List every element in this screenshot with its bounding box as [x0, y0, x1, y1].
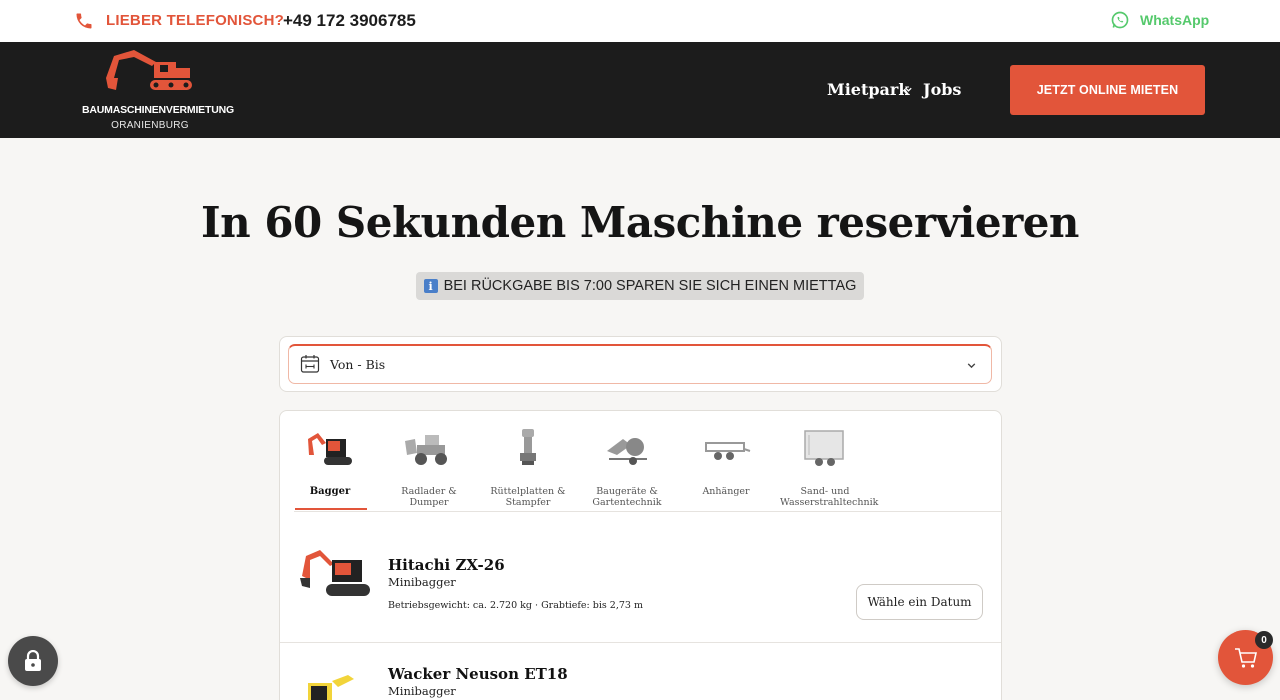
whatsapp-icon[interactable] [1110, 10, 1130, 30]
choose-date-button[interactable]: Wähle ein Datum [856, 584, 983, 620]
date-range-picker[interactable]: Von - Bis [288, 344, 992, 384]
tab-ruettelplatten[interactable]: Rüttelplatten & Stampfer [483, 425, 573, 508]
top-bar: LIEBER TELEFONISCH? +49 172 3906785 What… [0, 0, 1280, 42]
whatsapp-link[interactable]: WhatsApp [1140, 12, 1209, 28]
divider [294, 511, 1001, 512]
excavator-icon [308, 433, 352, 465]
active-tab-indicator [295, 508, 367, 510]
cart-icon [1234, 647, 1257, 668]
tab-sandstrahl[interactable]: Sand- und Wasserstrahltechnik [780, 425, 879, 508]
notice-text: BEI RÜCKGABE BIS 7:00 SPAREN SIE SICH EI… [443, 278, 857, 294]
chevron-down-icon[interactable] [904, 85, 913, 94]
plate-compactor-icon [520, 429, 536, 465]
item-name: Wacker Neuson ET18 [388, 665, 568, 683]
tab-label: Rüttelplatten & Stampfer [490, 486, 566, 508]
return-notice-badge: i BEI RÜCKGABE BIS 7:00 SPAREN SIE SICH … [416, 272, 864, 300]
phone-label: LIEBER TELEFONISCH? [106, 12, 284, 29]
nav-mietpark[interactable]: Mietpark [827, 80, 909, 99]
date-range-label: Von - Bis [330, 357, 386, 372]
chevron-down-icon[interactable] [966, 360, 977, 371]
tab-bagger[interactable]: Bagger [285, 425, 375, 497]
item-name: Hitachi ZX-26 [388, 556, 505, 574]
tab-label: Radlader & Dumper [401, 486, 457, 508]
logo-subtext: ORANIENBURG [111, 120, 189, 131]
tab-label: Sand- und Wasserstrahltechnik [780, 486, 879, 508]
rent-online-button[interactable]: JETZT ONLINE MIETEN [1010, 65, 1205, 115]
wheel-loader-icon [405, 435, 447, 465]
tab-label: Anhänger [702, 486, 750, 497]
logo-text: BAUMASCHINENVERMIETUNG [82, 104, 234, 116]
nav-jobs[interactable]: Jobs [923, 80, 961, 99]
cart-count-badge: 0 [1255, 631, 1273, 649]
date-range-card: Von - Bis [279, 336, 1002, 392]
sandblaster-trailer-icon [804, 430, 844, 466]
wood-chipper-icon [607, 438, 647, 465]
tab-radlader-dumper[interactable]: Radlader & Dumper [384, 425, 474, 508]
tab-anhaenger[interactable]: Anhänger [681, 425, 771, 497]
phone-icon[interactable] [74, 11, 94, 31]
site-header: BAUMASCHINENVERMIETUNG ORANIENBURG Mietp… [0, 42, 1280, 138]
excavator-image [300, 550, 370, 596]
machine-catalog: Bagger Radlader & Dumper Rüttelplatten &… [279, 410, 1002, 700]
page-title: In 60 Sekunden Maschine reservieren [201, 198, 1079, 247]
tab-label: Bagger [309, 486, 351, 497]
item-type: Minibagger [388, 684, 456, 698]
logo-excavator-icon[interactable] [104, 48, 194, 98]
divider [280, 642, 1001, 643]
item-type: Minibagger [388, 575, 456, 589]
tab-label: Baugeräte & Gartentechnik [592, 486, 662, 508]
lock-icon [25, 650, 41, 671]
tab-baugeraete[interactable]: Baugeräte & Gartentechnik [582, 425, 672, 508]
phone-number-link[interactable]: +49 172 3906785 [283, 11, 416, 31]
excavator-image [308, 675, 354, 700]
calendar-icon [300, 355, 320, 373]
item-specs: Betriebsgewicht: ca. 2.720 kg · Grabtief… [388, 600, 643, 611]
info-icon: i [423, 279, 438, 293]
privacy-settings-button[interactable] [8, 636, 58, 686]
trailer-icon [705, 442, 751, 460]
